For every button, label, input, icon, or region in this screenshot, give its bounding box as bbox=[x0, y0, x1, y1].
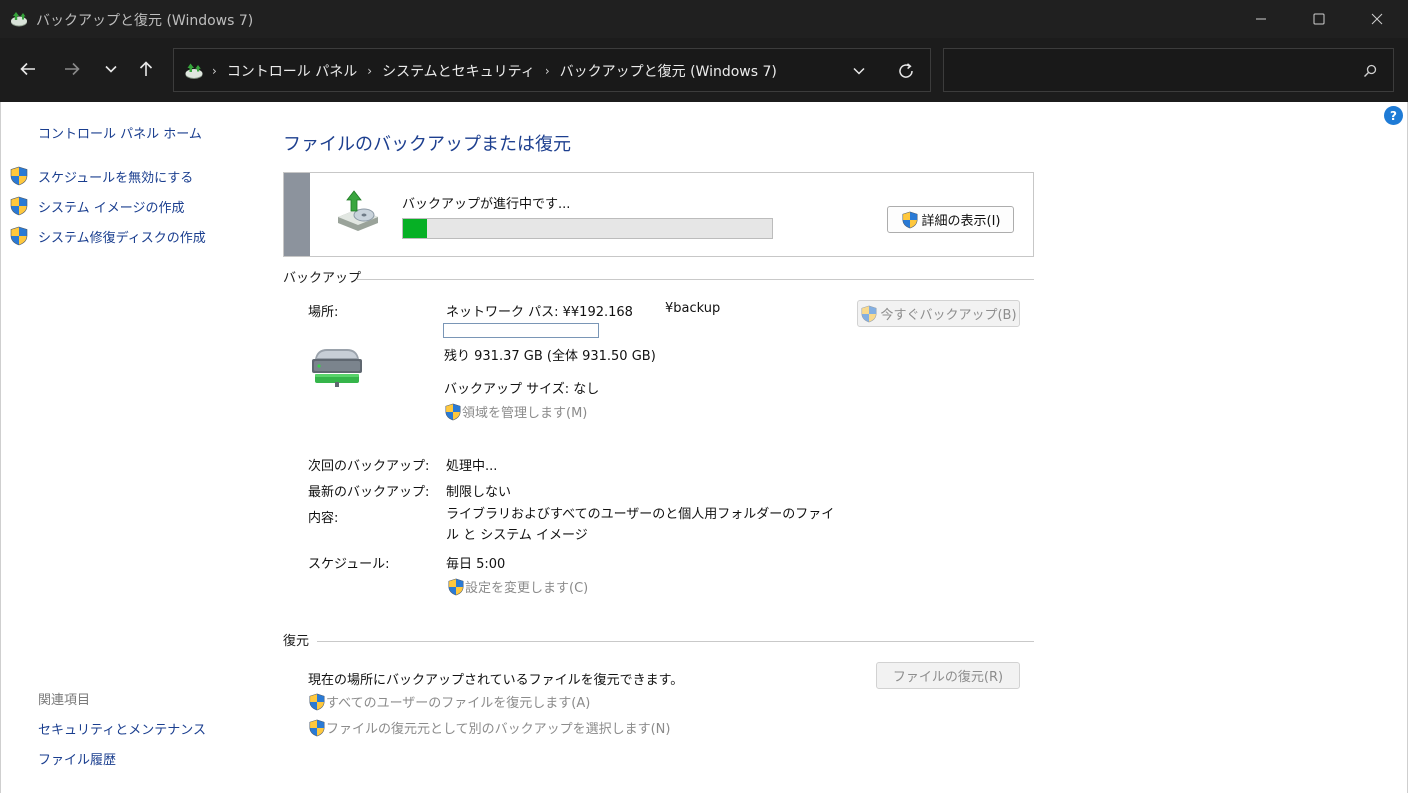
arrow-right-icon bbox=[65, 62, 80, 76]
status-accent-bar bbox=[284, 173, 310, 256]
schedule-label: スケジュール: bbox=[308, 557, 390, 572]
file-history-link[interactable]: ファイル履歴 bbox=[38, 749, 116, 768]
breadcrumb-backup-restore[interactable]: バックアップと復元 (Windows 7) bbox=[560, 61, 777, 81]
next-backup-label: 次回のバックアップ: bbox=[308, 459, 430, 474]
manage-space-link[interactable]: 領域を管理します(M) bbox=[444, 402, 587, 421]
security-maintenance-link[interactable]: セキュリティとメンテナンス bbox=[38, 719, 206, 738]
create-system-image-link[interactable]: システム イメージの作成 bbox=[9, 196, 184, 216]
uac-shield-icon bbox=[308, 693, 326, 711]
contents-label: 内容: bbox=[308, 511, 339, 526]
navigation-bar: › コントロール パネル › システムとセキュリティ › バックアップと復元 (… bbox=[0, 38, 1408, 102]
breadcrumb: › コントロール パネル › システムとセキュリティ › バックアップと復元 (… bbox=[212, 61, 777, 81]
search-input[interactable] bbox=[952, 57, 1352, 83]
network-drive-icon bbox=[309, 345, 365, 389]
uac-shield-icon bbox=[444, 403, 462, 421]
restore-all-users-label: すべてのユーザーのファイルを復元します(A) bbox=[326, 696, 591, 711]
disk-space-bar bbox=[443, 323, 599, 338]
address-bar[interactable]: › コントロール パネル › システムとセキュリティ › バックアップと復元 (… bbox=[173, 48, 931, 92]
view-details-button[interactable]: 詳細の表示(I) bbox=[887, 206, 1014, 233]
control-panel-home-link[interactable]: コントロール パネル ホーム bbox=[38, 123, 202, 142]
minimize-button[interactable] bbox=[1232, 0, 1290, 38]
page-title: ファイルのバックアップまたは復元 bbox=[283, 134, 571, 155]
address-history-button[interactable] bbox=[846, 60, 872, 82]
change-settings-label: 設定を変更します(C) bbox=[465, 581, 589, 596]
manage-space-label: 領域を管理します(M) bbox=[462, 406, 588, 421]
arrow-up-icon bbox=[139, 61, 153, 76]
search-icon[interactable] bbox=[1363, 64, 1377, 78]
select-other-backup-label: ファイルの復元元として別のバックアップを選択します(N) bbox=[326, 722, 671, 737]
restore-description: 現在の場所にバックアップされているファイルを復元できます。 bbox=[308, 673, 684, 688]
section-divider bbox=[317, 641, 1034, 642]
control-panel-icon bbox=[184, 61, 204, 81]
backup-status-text: バックアップが進行中です... bbox=[402, 197, 571, 212]
location-label: 場所: bbox=[308, 305, 339, 320]
backup-status-panel: バックアップが進行中です... 詳細の表示(I) bbox=[283, 172, 1034, 257]
schedule-value: 毎日 5:00 bbox=[446, 557, 506, 572]
backup-in-progress-icon bbox=[334, 189, 382, 233]
location-suffix: ¥backup bbox=[665, 301, 721, 316]
task-label: システム修復ディスクの作成 bbox=[38, 230, 206, 246]
breadcrumb-control-panel[interactable]: コントロール パネル bbox=[227, 61, 357, 81]
uac-shield-icon bbox=[901, 211, 919, 229]
search-box[interactable] bbox=[943, 48, 1394, 92]
maximize-button[interactable] bbox=[1290, 0, 1348, 38]
backup-size-text: バックアップ サイズ: なし bbox=[444, 382, 600, 397]
chevron-down-icon bbox=[853, 67, 865, 75]
uac-shield-icon bbox=[308, 719, 326, 737]
task-label: スケジュールを無効にする bbox=[38, 170, 194, 186]
window-title: バックアップと復元 (Windows 7) bbox=[36, 13, 254, 29]
back-button[interactable] bbox=[11, 52, 45, 86]
minimize-icon bbox=[1256, 18, 1266, 20]
uac-shield-icon bbox=[860, 305, 878, 323]
restore-files-button[interactable]: ファイルの復元(R) bbox=[876, 662, 1020, 689]
view-details-label: 詳細の表示(I) bbox=[921, 214, 1001, 229]
restore-section-title: 復元 bbox=[283, 634, 310, 649]
help-icon[interactable]: ? bbox=[1384, 106, 1403, 125]
uac-shield-icon bbox=[447, 578, 465, 596]
contents-value: ライブラリおよびすべてのユーザーのと個人用フォルダーのファイル と システム イ… bbox=[446, 507, 835, 543]
close-icon bbox=[1371, 13, 1383, 25]
arrow-left-icon bbox=[20, 62, 35, 76]
chevron-down-icon bbox=[105, 65, 117, 73]
change-settings-link[interactable]: 設定を変更します(C) bbox=[447, 577, 588, 596]
backup-now-label: 今すぐバックアップ(B) bbox=[880, 308, 1017, 323]
location-value: ネットワーク パス: ¥¥192.168 bbox=[446, 305, 633, 320]
chevron-right-icon[interactable]: › bbox=[367, 64, 372, 78]
last-backup-value: 制限しない bbox=[446, 485, 512, 500]
restore-all-users-link[interactable]: すべてのユーザーのファイルを復元します(A) bbox=[308, 692, 590, 711]
uac-shield-icon bbox=[9, 166, 29, 186]
backup-now-button[interactable]: 今すぐバックアップ(B) bbox=[857, 300, 1020, 327]
backup-restore-icon bbox=[10, 10, 28, 28]
refresh-button[interactable] bbox=[892, 59, 920, 83]
task-label: システム イメージの作成 bbox=[38, 200, 185, 216]
chevron-right-icon[interactable]: › bbox=[545, 64, 550, 78]
breadcrumb-system-security[interactable]: システムとセキュリティ bbox=[382, 61, 535, 81]
refresh-icon bbox=[899, 63, 913, 78]
create-repair-disc-link[interactable]: システム修復ディスクの作成 bbox=[9, 226, 206, 246]
backup-progress-bar bbox=[402, 218, 773, 239]
last-backup-label: 最新のバックアップ: bbox=[308, 485, 430, 500]
backup-section-title: バックアップ bbox=[283, 271, 362, 286]
free-space-text: 残り 931.37 GB (全体 931.50 GB) bbox=[444, 349, 656, 364]
disable-schedule-link[interactable]: スケジュールを無効にする bbox=[9, 166, 193, 186]
restore-files-label: ファイルの復元(R) bbox=[892, 670, 1004, 685]
up-button[interactable] bbox=[129, 52, 163, 86]
section-divider bbox=[356, 279, 1034, 280]
see-also-heading: 関連項目 bbox=[38, 693, 91, 708]
content-area: ? コントロール パネル ホーム スケジュールを無効にする システム イメージの… bbox=[0, 102, 1408, 793]
maximize-icon bbox=[1313, 13, 1325, 25]
title-bar: バックアップと復元 (Windows 7) bbox=[0, 0, 1408, 38]
uac-shield-icon bbox=[9, 196, 29, 216]
chevron-right-icon: › bbox=[212, 64, 217, 78]
uac-shield-icon bbox=[9, 226, 29, 246]
progress-fill bbox=[403, 219, 427, 238]
close-button[interactable] bbox=[1348, 0, 1406, 38]
recent-locations-button[interactable] bbox=[94, 52, 128, 86]
forward-button[interactable] bbox=[55, 52, 89, 86]
next-backup-value: 処理中... bbox=[446, 459, 498, 474]
select-other-backup-link[interactable]: ファイルの復元元として別のバックアップを選択します(N) bbox=[308, 718, 670, 737]
